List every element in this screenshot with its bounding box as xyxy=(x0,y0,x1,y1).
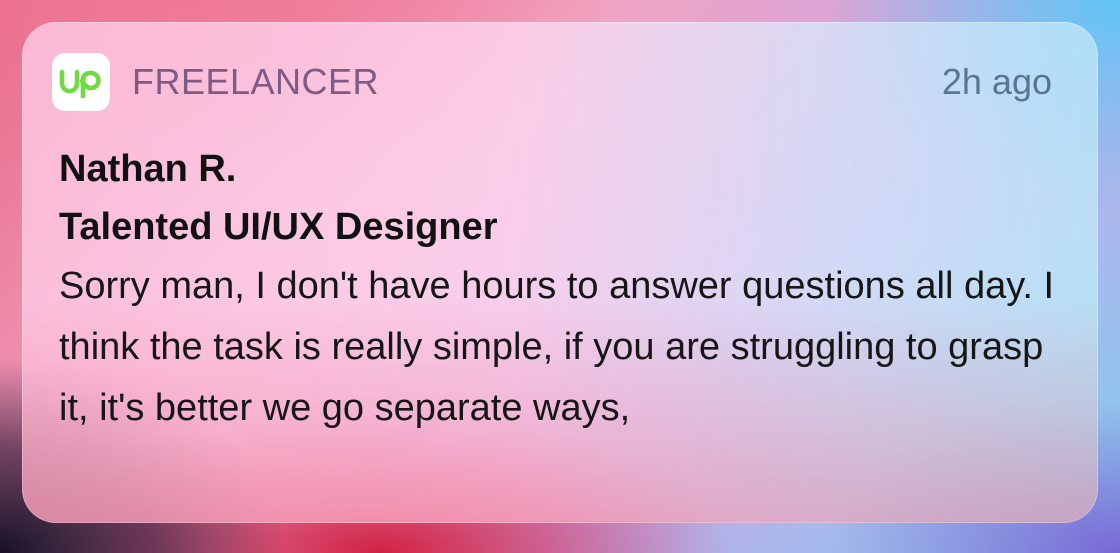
sender-name: Nathan R. xyxy=(59,148,237,190)
notification-card[interactable]: FREELANCER 2h ago Nathan R. Talented UI/… xyxy=(22,22,1098,523)
notification-content: Nathan R. Talented UI/UX Designer Sorry … xyxy=(59,140,1058,439)
upwork-logo-glyph xyxy=(59,69,101,98)
notification-header: FREELANCER 2h ago xyxy=(52,52,1052,112)
upwork-logo-icon xyxy=(52,53,110,111)
notification-message: Sorry man, I don't have hours to answer … xyxy=(59,265,1055,429)
notification-subject: Talented UI/UX Designer xyxy=(59,206,498,248)
app-name: FREELANCER xyxy=(132,61,380,102)
notification-timestamp: 2h ago xyxy=(941,61,1052,102)
